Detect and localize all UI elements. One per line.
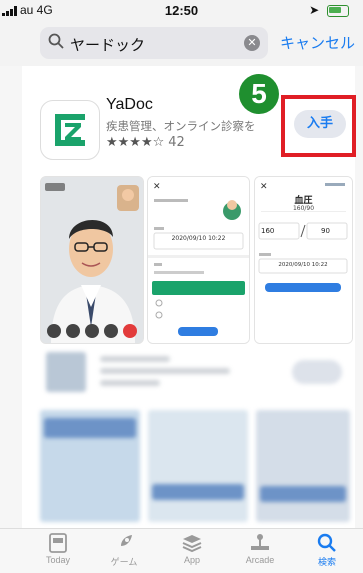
rating-count: 42 — [168, 135, 185, 150]
yadoc-logo-icon — [55, 114, 85, 146]
systolic-value: 160 — [261, 227, 275, 235]
doctor-photo — [41, 177, 143, 343]
apps-stack-icon — [162, 533, 222, 555]
tab-apps-label: App — [183, 555, 200, 565]
screenshot-questionnaire[interactable]: ✕ 2020/09/10 10:22 — [147, 176, 250, 344]
today-icon — [28, 533, 88, 555]
joystick-icon — [230, 533, 290, 555]
rating-stars: ★★★★☆ — [106, 135, 165, 150]
battery-icon — [327, 4, 349, 17]
tab-search[interactable]: 検索 — [297, 533, 357, 568]
svg-text:✕: ✕ — [153, 182, 161, 192]
side-margin-left — [0, 66, 22, 573]
screenshot-blood-pressure[interactable]: ✕ 血圧 160/90 160 90 2020/09/10 10:22 — [254, 176, 353, 344]
search-bar: ヤードック ✕ キャンセル — [0, 22, 363, 66]
status-bar: au 4G 12:50 ➤ — [0, 0, 363, 22]
tab-today-label: Today — [45, 555, 71, 565]
tab-apps[interactable]: App — [162, 533, 222, 565]
app-store-screen: au 4G 12:50 ➤ ヤードック ✕ キャンセル YaDoc 疾患管理、オ… — [0, 0, 363, 573]
location-arrow-icon: ➤ — [309, 3, 320, 17]
app-subtitle: 疾患管理、オンライン診察を — [106, 121, 256, 133]
tab-today[interactable]: Today — [28, 533, 88, 565]
tab-games-label: ゲーム — [110, 557, 138, 567]
step-number-badge: 5 — [239, 74, 279, 114]
search-icon — [48, 33, 64, 54]
tab-games[interactable]: ゲーム — [94, 533, 154, 568]
cancel-button[interactable]: キャンセル — [280, 32, 355, 53]
tab-arcade[interactable]: Arcade — [230, 533, 290, 565]
blood-pressure-date: 2020/09/10 10:22 — [278, 262, 328, 268]
questionnaire-date: 2020/09/10 10:22 — [171, 235, 226, 242]
blood-pressure-range: 160/90 — [292, 205, 315, 212]
search-query: ヤードック — [70, 37, 146, 54]
side-margin-right — [355, 66, 363, 573]
search-input[interactable]: ヤードック ✕ — [40, 27, 268, 59]
svg-text:✕: ✕ — [260, 182, 268, 192]
app-name[interactable]: YaDoc — [106, 96, 153, 114]
status-right: ➤ — [309, 3, 349, 17]
rocket-icon — [94, 533, 154, 555]
clear-icon[interactable]: ✕ — [244, 35, 260, 51]
tab-bar: Today ゲーム App Arcade 検索 — [0, 528, 363, 573]
app-icon[interactable] — [40, 100, 100, 160]
tab-search-label: 検索 — [317, 557, 336, 567]
search-tab-icon — [297, 533, 357, 555]
screenshot-video-call[interactable] — [40, 176, 144, 344]
questionnaire-preview: ✕ — [148, 177, 249, 343]
tab-arcade-label: Arcade — [245, 555, 275, 565]
highlight-box — [281, 95, 356, 157]
rating: ★★★★☆ 42 — [106, 135, 185, 150]
diastolic-value: 90 — [321, 227, 330, 235]
